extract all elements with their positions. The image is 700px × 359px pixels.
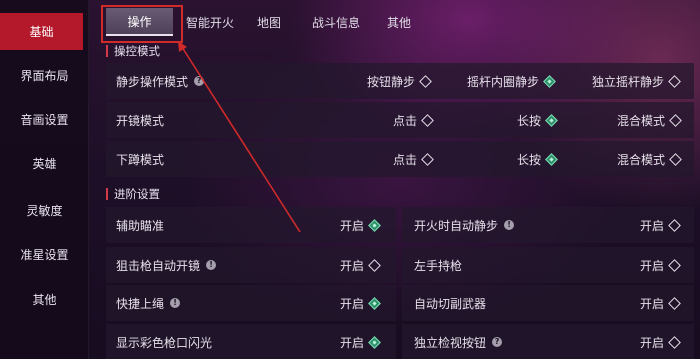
- inspect-button-toggle[interactable]: 开启: [640, 324, 681, 359]
- radio-diamond-icon: [669, 113, 682, 127]
- radio-diamond-selected-icon: [545, 113, 558, 127]
- radio-diamond-selected-icon: [543, 74, 556, 88]
- option-label: 点击: [393, 152, 418, 167]
- setting-label: 自动切副武器: [414, 296, 487, 311]
- option-label: 混合模式: [617, 113, 666, 128]
- checkbox-diamond-checked-icon: [368, 218, 381, 232]
- toggle-row-quick-rope: 快捷上绳 ! 开启: [106, 285, 396, 321]
- info-icon[interactable]: !: [504, 220, 515, 230]
- option-label: 按钮静步: [367, 74, 416, 89]
- quick-rope-toggle[interactable]: 开启: [340, 285, 381, 321]
- setting-label-text: 快捷上绳: [116, 296, 165, 311]
- setting-row-crouch-mode: 下蹲模式 点击 长按 混合模式: [106, 141, 694, 177]
- section-title-control-mode: 操控模式: [106, 43, 160, 59]
- option-label: 独立摇杆静步: [592, 74, 665, 89]
- option-label: 点击: [393, 113, 418, 128]
- setting-label: 下蹲模式: [116, 152, 165, 167]
- tab-other[interactable]: 其他: [379, 8, 419, 36]
- toggle-row-fire-auto-walk: 开火时自动静步 ! 开启: [402, 207, 694, 243]
- sidebar-item-hero[interactable]: 英雄: [0, 145, 89, 182]
- info-icon[interactable]: !: [170, 298, 181, 308]
- option-hold[interactable]: 长按: [517, 141, 558, 177]
- setting-label: 开镜模式: [116, 113, 165, 128]
- setting-label-text: 开火时自动静步: [414, 218, 499, 233]
- toggle-label: 开启: [640, 335, 665, 350]
- help-icon[interactable]: ?: [194, 76, 205, 86]
- option-independent-joystick-walk[interactable]: 独立摇杆静步: [592, 63, 681, 99]
- aim-assist-toggle[interactable]: 开启: [340, 207, 381, 243]
- radio-diamond-selected-icon: [545, 152, 558, 166]
- sidebar-item-other[interactable]: 其他: [0, 281, 89, 318]
- toggle-row-sniper-auto-scope: 狙击枪自动开镜 ! 开启: [106, 247, 396, 283]
- radio-diamond-icon: [421, 113, 434, 127]
- toggle-label: 开启: [340, 258, 365, 273]
- checkbox-diamond-icon: [668, 296, 681, 310]
- toggle-label: 开启: [640, 258, 665, 273]
- setting-label: 快捷上绳 !: [116, 285, 181, 321]
- tab-smart-fire[interactable]: 智能开火: [175, 8, 245, 36]
- checkbox-diamond-icon: [368, 258, 381, 272]
- setting-label: 显示彩色枪口闪光: [116, 335, 213, 350]
- setting-label-text: 静步操作模式: [116, 74, 189, 89]
- toggle-label: 开启: [640, 296, 665, 311]
- sidebar-item-basic[interactable]: 基础: [0, 13, 83, 50]
- checkbox-diamond-icon: [668, 335, 681, 349]
- option-hold[interactable]: 长按: [517, 102, 558, 138]
- section-title-advanced: 进阶设置: [106, 186, 160, 202]
- option-joystick-inner-walk[interactable]: 摇杆内圈静步: [467, 63, 556, 99]
- sidebar-item-sensitivity[interactable]: 灵敏度: [0, 192, 89, 229]
- sidebar-item-audio-video[interactable]: 音画设置: [0, 101, 89, 138]
- toggle-label: 开启: [640, 218, 665, 233]
- option-label: 长按: [517, 113, 542, 128]
- setting-label-text: 狙击枪自动开镜: [116, 258, 201, 273]
- tab-map[interactable]: 地图: [249, 8, 289, 36]
- auto-switch-secondary-toggle[interactable]: 开启: [640, 285, 681, 321]
- toggle-label: 开启: [340, 218, 365, 233]
- toggle-row-muzzle-flash: 显示彩色枪口闪光 开启: [106, 324, 396, 359]
- radio-diamond-icon: [669, 152, 682, 166]
- option-mixed[interactable]: 混合模式: [617, 141, 682, 177]
- help-icon[interactable]: ?: [492, 337, 503, 347]
- setting-label: 开火时自动静步 !: [414, 207, 515, 243]
- toggle-label: 开启: [340, 296, 365, 311]
- toggle-row-left-hand: 左手持枪 开启: [402, 247, 694, 283]
- setting-label: 左手持枪: [414, 258, 463, 273]
- option-label: 混合模式: [617, 152, 666, 167]
- checkbox-diamond-checked-icon: [368, 296, 381, 310]
- fire-auto-walk-toggle[interactable]: 开启: [640, 207, 681, 243]
- toggle-label: 开启: [340, 335, 365, 350]
- option-tap[interactable]: 点击: [393, 102, 434, 138]
- radio-diamond-icon: [421, 152, 434, 166]
- muzzle-flash-toggle[interactable]: 开启: [340, 324, 381, 359]
- setting-label-text: 独立检视按钮: [414, 335, 487, 350]
- setting-row-scope-mode: 开镜模式 点击 长按 混合模式: [106, 102, 694, 138]
- radio-diamond-icon: [668, 74, 681, 88]
- sidebar-item-crosshair[interactable]: 准星设置: [0, 236, 89, 273]
- setting-label: 狙击枪自动开镜 !: [116, 247, 217, 283]
- sidebar: 基础 界面布局 音画设置 英雄 灵敏度 准星设置 其他: [0, 0, 89, 359]
- toggle-row-aim-assist: 辅助瞄准 开启: [106, 207, 396, 243]
- checkbox-diamond-icon: [668, 218, 681, 232]
- setting-label: 独立检视按钮 ?: [414, 324, 503, 359]
- option-tap[interactable]: 点击: [393, 141, 434, 177]
- left-hand-toggle[interactable]: 开启: [640, 247, 681, 283]
- sidebar-item-layout[interactable]: 界面布局: [0, 57, 89, 94]
- info-icon[interactable]: !: [206, 260, 217, 270]
- setting-row-walk-mode: 静步操作模式 ? 按钮静步 摇杆内圈静步 独立摇杆静步: [106, 63, 694, 99]
- option-mixed[interactable]: 混合模式: [617, 102, 682, 138]
- setting-label: 辅助瞄准: [116, 218, 165, 233]
- option-label: 摇杆内圈静步: [467, 74, 540, 89]
- checkbox-diamond-checked-icon: [368, 335, 381, 349]
- sniper-auto-scope-toggle[interactable]: 开启: [340, 247, 381, 283]
- checkbox-diamond-icon: [668, 258, 681, 272]
- toggle-row-auto-switch-secondary: 自动切副武器 开启: [402, 285, 694, 321]
- radio-diamond-icon: [419, 74, 432, 88]
- option-label: 长按: [517, 152, 542, 167]
- toggle-row-inspect-button: 独立检视按钮 ? 开启: [402, 324, 694, 359]
- setting-label: 静步操作模式 ?: [116, 63, 205, 99]
- tab-combat-info[interactable]: 战斗信息: [301, 8, 371, 36]
- tab-controls[interactable]: 操作: [106, 8, 173, 36]
- option-button-walk[interactable]: 按钮静步: [367, 63, 432, 99]
- tab-bar: 操作 智能开火 地图 战斗信息 其他: [89, 0, 700, 40]
